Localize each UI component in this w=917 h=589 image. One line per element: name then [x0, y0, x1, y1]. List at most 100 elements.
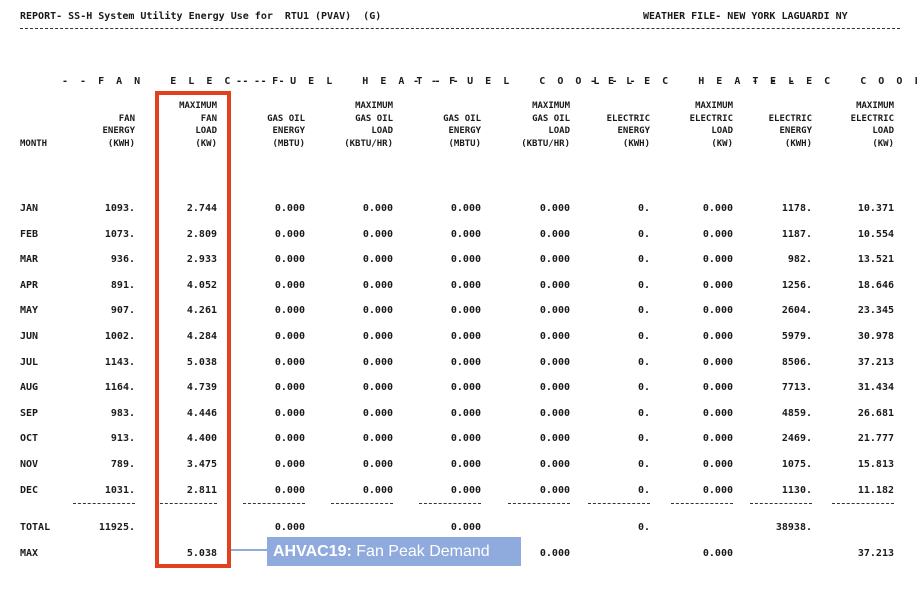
cell-elec-energy-h: 0. — [637, 331, 650, 342]
cell-fan-energy: 1143. — [104, 356, 135, 368]
cell-max-elec-load-h: 0.000 — [702, 407, 733, 419]
cell-fan-energy: 907. — [110, 305, 135, 317]
cell-gas-oil-energy-c: 0.000 — [450, 433, 481, 445]
cell-max-gas-oil-load-c: 0.000 — [539, 254, 570, 266]
column-subtotal-rule — [671, 503, 733, 504]
cell-fan-energy: 1031. — [104, 484, 135, 496]
callout-connector — [231, 549, 267, 551]
cell-elec-energy-c: 1187. — [781, 228, 812, 240]
cell-max-elec-load-c: 37.213 — [857, 356, 894, 368]
cell-max-elec-load-h: 0.000 — [702, 203, 733, 214]
cell-max-elec-load-c: 11.182 — [857, 484, 894, 496]
column-subtotal-rule — [419, 503, 481, 504]
cell-fan-energy: 913. — [110, 433, 135, 445]
cell-gas-oil-energy-c: 0.000 — [450, 356, 481, 368]
column-subtotal-rule — [331, 503, 393, 504]
cell-max-gas-oil-load-h: 0.000 — [362, 459, 393, 470]
cell-elec-energy-c: 2469. — [781, 433, 812, 445]
cell-elec-energy-c: 1075. — [781, 459, 812, 470]
cell-max-elec-load-h: 0.000 — [702, 279, 733, 291]
cell-elec-energy-h: 0. — [637, 382, 650, 394]
cell-elec-energy-c: 1178. — [781, 203, 812, 214]
column-header-max-gas-oil-load-c: MAXIMUM GAS OIL LOAD (KBTU/HR) — [521, 101, 570, 149]
cell-max-gas-oil-load-h: 0.000 — [362, 433, 393, 445]
cell-max-gas-oil-load-h: 0.000 — [362, 203, 393, 214]
column-header-gas-oil-energy-h: GAS OIL ENERGY (MBTU) — [267, 113, 305, 149]
cell-max-gas-oil-load-c: 0.000 — [539, 407, 570, 419]
cell-max-gas-oil-load-c: 0.000 — [539, 331, 570, 342]
cell-max-gas-oil-load-c: 0.000 — [539, 459, 570, 470]
column-subtotal-rule — [832, 503, 894, 504]
row-label: NOV — [20, 459, 39, 470]
row-label: OCT — [20, 433, 39, 445]
cell-gas-oil-energy-h: 0.000 — [274, 305, 305, 317]
cell-elec-energy-c: 982. — [787, 254, 812, 266]
cell-elec-energy-h: 0. — [637, 254, 650, 266]
cell-elec-energy-h: 0. — [637, 356, 650, 368]
cell-elec-energy-h: 0. — [637, 203, 650, 214]
row-label: TOTAL — [20, 522, 51, 533]
row-label: AUG — [20, 382, 39, 394]
cell-gas-oil-energy-h: 0.000 — [274, 254, 305, 266]
cell-max-gas-oil-load-h: 0.000 — [362, 407, 393, 419]
row-label: MAY — [20, 305, 39, 317]
cell-elec-energy-c: 1130. — [781, 484, 812, 496]
cell-gas-oil-energy-c: 0.000 — [450, 522, 481, 533]
cell-elec-energy-h: 0. — [637, 407, 650, 419]
cell-elec-energy-h: 0. — [637, 279, 650, 291]
cell-max-elec-load-h: 0.000 — [702, 356, 733, 368]
cell-max-gas-oil-load-h: 0.000 — [362, 382, 393, 394]
cell-max-gas-oil-load-h: 0.000 — [362, 228, 393, 240]
cell-max-elec-load-c: 10.371 — [857, 203, 894, 214]
cell-max-gas-oil-load-c: 0.000 — [539, 433, 570, 445]
cell-gas-oil-energy-h: 0.000 — [274, 484, 305, 496]
cell-gas-oil-energy-h: 0.000 — [274, 331, 305, 342]
cell-elec-energy-h: 0. — [637, 305, 650, 317]
cell-gas-oil-energy-c: 0.000 — [450, 382, 481, 394]
cell-fan-energy: 1093. — [104, 203, 135, 214]
cell-max-elec-load-h: 0.000 — [702, 228, 733, 240]
cell-fan-energy: 983. — [110, 407, 135, 419]
cell-elec-energy-h: 0. — [637, 459, 650, 470]
cell-max-elec-load-h: 0.000 — [702, 382, 733, 394]
cell-max-elec-load-h: 0.000 — [702, 254, 733, 266]
cell-max-gas-oil-load-c: 0.000 — [539, 356, 570, 368]
column-header-max-elec-load-h: MAXIMUM ELECTRIC LOAD (KW) — [689, 101, 733, 149]
cell-max-elec-load-h: 0.000 — [702, 484, 733, 496]
cell-fan-energy: 1164. — [104, 382, 135, 394]
callout-code: AHVAC19: — [273, 543, 352, 560]
cell-max-elec-load-c: 31.434 — [857, 382, 894, 394]
row-label: SEP — [20, 407, 39, 419]
cell-max-gas-oil-load-h: 0.000 — [362, 254, 393, 266]
column-header-fan-energy: FAN ENERGY (KWH) — [102, 113, 135, 149]
title-divider — [20, 28, 900, 29]
cell-gas-oil-energy-h: 0.000 — [274, 356, 305, 368]
column-header-elec-energy-h: ELECTRIC ENERGY (KWH) — [606, 113, 650, 149]
cell-fan-energy: 1002. — [104, 331, 135, 342]
column-header-month: MONTH — [20, 138, 48, 149]
cell-gas-oil-energy-h: 0.000 — [274, 203, 305, 214]
cell-gas-oil-energy-c: 0.000 — [450, 407, 481, 419]
cell-max-elec-load-h: 0.000 — [702, 433, 733, 445]
cell-max-elec-load-h: 0.000 — [702, 331, 733, 342]
cell-max-elec-load-c: 10.554 — [857, 228, 894, 240]
row-label: JAN — [20, 203, 39, 214]
cell-max-gas-oil-load-c: 0.000 — [539, 382, 570, 394]
cell-max-gas-oil-load-c: 0.000 — [539, 279, 570, 291]
cell-fan-energy: 936. — [110, 254, 135, 266]
max-fan-load-highlight — [155, 91, 231, 568]
cell-gas-oil-energy-h: 0.000 — [274, 382, 305, 394]
cell-gas-oil-energy-h: 0.000 — [274, 279, 305, 291]
cell-max-elec-load-h: 0.000 — [702, 548, 733, 559]
cell-max-gas-oil-load-c: 0.000 — [539, 228, 570, 240]
row-label: JUL — [20, 356, 39, 368]
row-label: APR — [20, 279, 39, 291]
cell-elec-energy-c: 4859. — [781, 407, 812, 419]
callout-text: Fan Peak Demand — [351, 543, 490, 560]
cell-max-elec-load-h: 0.000 — [702, 459, 733, 470]
column-header-elec-energy-c: ELECTRIC ENERGY (KWH) — [768, 113, 812, 149]
cell-max-gas-oil-load-h: 0.000 — [362, 305, 393, 317]
cell-max-gas-oil-load-c: 0.000 — [539, 305, 570, 317]
cell-max-gas-oil-load-h: 0.000 — [362, 279, 393, 291]
cell-elec-energy-h: 0. — [637, 433, 650, 445]
